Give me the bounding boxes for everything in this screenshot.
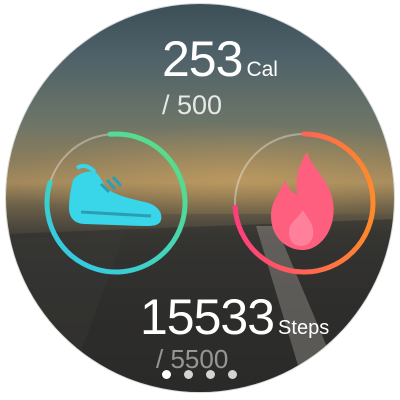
calories-value: 253 bbox=[162, 31, 243, 87]
page-dot[interactable] bbox=[184, 370, 193, 379]
steps-ring[interactable] bbox=[41, 128, 191, 278]
page-dot[interactable] bbox=[228, 370, 237, 379]
calories-display: 253 Cal bbox=[162, 34, 278, 84]
flame-icon bbox=[271, 152, 334, 250]
calories-goal: / 500 bbox=[162, 90, 223, 120]
calories-unit: Cal bbox=[246, 58, 278, 81]
steps-value: 15533 bbox=[140, 289, 275, 345]
steps-unit: Steps bbox=[278, 317, 330, 339]
page-indicator[interactable] bbox=[162, 370, 237, 379]
watch-face: 253 Cal / 500 15533 Steps / 5500 bbox=[6, 4, 394, 392]
page-dot[interactable] bbox=[206, 370, 215, 379]
sneaker-icon bbox=[69, 163, 162, 226]
page-dot[interactable] bbox=[162, 370, 171, 379]
calories-ring[interactable] bbox=[229, 128, 379, 278]
steps-display: 15533 Steps bbox=[140, 292, 329, 342]
